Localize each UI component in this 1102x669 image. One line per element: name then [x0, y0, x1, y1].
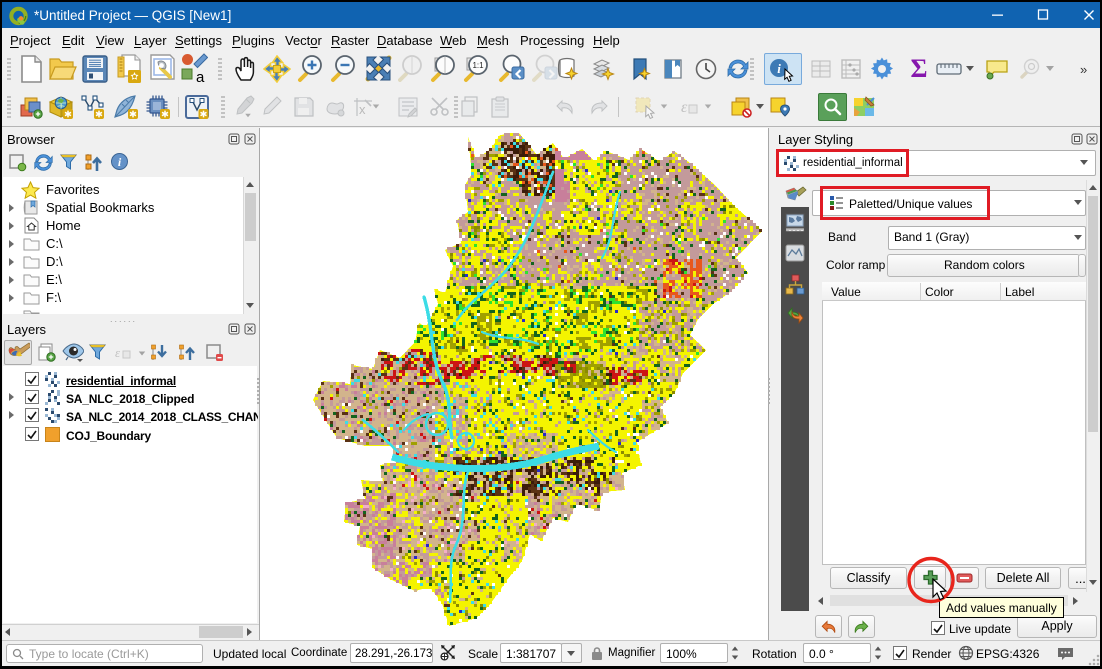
- svg-text:1:1: 1:1: [472, 61, 484, 70]
- svg-text:a: a: [196, 69, 205, 84]
- svg-text:ε: ε: [681, 99, 688, 116]
- svg-text:ε: ε: [115, 345, 121, 360]
- svg-text:x: x: [359, 102, 366, 117]
- svg-text:Σ: Σ: [911, 56, 928, 82]
- svg-text:i: i: [777, 61, 781, 76]
